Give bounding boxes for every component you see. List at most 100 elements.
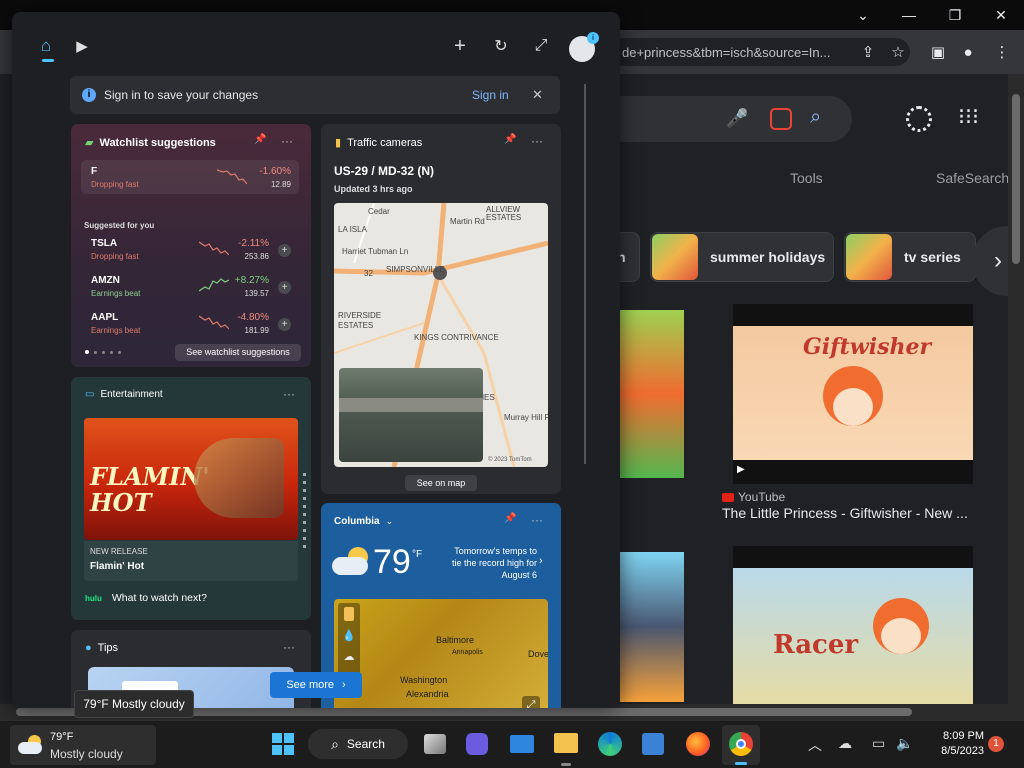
card-more-icon[interactable]: ··· — [531, 134, 543, 148]
firefox-icon[interactable] — [686, 732, 710, 756]
thermometer-icon[interactable] — [344, 607, 354, 621]
stock-price: 181.99 — [244, 326, 269, 335]
see-more-label: See more — [286, 679, 335, 691]
side-panel-icon[interactable]: ▣ — [926, 40, 950, 64]
card-more-icon[interactable]: ··· — [281, 134, 293, 148]
precipitation-icon[interactable]: 💧 — [338, 629, 360, 642]
watchlist-suggestion-row[interactable]: AAPL Earnings beat -4.80% 181.99 + — [81, 310, 299, 342]
pager-dots[interactable] — [85, 350, 121, 354]
result-title[interactable]: The Little Princess - Giftwisher - New .… — [722, 505, 1012, 521]
taskbar-search[interactable]: ⌕ Search — [308, 729, 408, 759]
browser-menu-icon[interactable]: ⋮ — [990, 40, 1014, 64]
profile-avatar[interactable]: i — [569, 32, 599, 62]
taskbar-weather-button[interactable]: 79°F Mostly cloudy — [10, 725, 156, 765]
info-badge-icon: i — [587, 32, 599, 44]
play-icon[interactable]: ▶ — [737, 464, 745, 475]
stock-symbol: TSLA — [91, 238, 118, 249]
sign-in-link[interactable]: Sign in — [472, 88, 509, 102]
lens-icon[interactable] — [770, 108, 792, 130]
expand-icon[interactable]: ⤢ — [529, 34, 553, 58]
voice-search-icon[interactable]: 🎤 — [726, 108, 748, 130]
apps-grid-icon[interactable]: ⁝⁝⁝ — [958, 104, 979, 130]
card-more-icon[interactable]: ··· — [283, 387, 295, 401]
traffic-card[interactable]: ▮ Traffic cameras 📌 ··· US-29 / MD-32 (N… — [321, 124, 561, 494]
windows-start-icon[interactable] — [272, 733, 294, 755]
clock[interactable]: 8:09 PM 8/5/2023 — [922, 729, 984, 759]
store-icon[interactable] — [642, 733, 664, 755]
stock-sparkline — [199, 241, 229, 256]
pin-icon[interactable]: 📌 — [254, 134, 266, 145]
map-label: Cedar — [368, 207, 390, 216]
cloud-icon[interactable]: ☁ — [338, 650, 360, 663]
entertainment-icon: ▭ — [85, 389, 95, 400]
add-to-watchlist-icon[interactable]: + — [278, 244, 291, 257]
weather-map[interactable]: 💧 ☁ Baltimore Annapolis Dove Washington Alex… — [334, 599, 548, 708]
partly-cloudy-icon — [18, 735, 44, 755]
tab-search-icon[interactable]: ⌄ — [840, 2, 886, 28]
related-chip[interactable]: summer holidays — [650, 232, 834, 282]
mail-icon[interactable] — [510, 735, 534, 753]
see-on-map-button[interactable]: See on map — [405, 475, 477, 491]
show-hidden-icons[interactable]: ︿ — [808, 735, 822, 755]
watchlist-suggestion-row[interactable]: TSLA Dropping fast -2.11% 253.86 + — [81, 236, 299, 268]
add-widget-icon[interactable]: + — [448, 34, 472, 58]
pin-icon[interactable]: 📌 — [504, 513, 516, 524]
see-more-button[interactable]: See more › — [270, 672, 362, 698]
settings-gear-icon[interactable] — [906, 106, 932, 132]
related-chip[interactable]: tv series — [844, 232, 976, 282]
weather-alert[interactable]: Tomorrow's temps to tie the record high … — [445, 545, 537, 581]
what-to-watch-row[interactable]: hulu What to watch next? — [85, 592, 207, 604]
vertical-scrollbar[interactable] — [1008, 74, 1024, 704]
network-icon[interactable]: ▭ — [872, 735, 885, 752]
pin-icon[interactable]: 📌 — [504, 134, 516, 145]
home-icon[interactable]: ⌂ — [34, 34, 58, 58]
watchlist-card[interactable]: ▰ Watchlist suggestions 📌 ··· F Dropping… — [71, 124, 311, 367]
search-icon[interactable]: ⌕ — [810, 106, 821, 129]
weather-location[interactable]: Columbia ⌄ — [334, 516, 393, 527]
profile-icon[interactable]: ● — [956, 40, 980, 64]
video-tab-icon[interactable]: ▶ — [70, 34, 94, 58]
add-to-watchlist-icon[interactable]: + — [278, 318, 291, 331]
safesearch-link[interactable]: SafeSearch — [936, 170, 1009, 186]
notification-badge[interactable]: 1 — [988, 736, 1004, 752]
video-thumbnail[interactable]: Giftwisher ▶ — [733, 304, 973, 484]
tools-link[interactable]: Tools — [790, 170, 823, 186]
search-nav-row: Tools SafeSearch — [620, 168, 1024, 192]
close-banner-icon[interactable]: ✕ — [532, 87, 543, 103]
stock-status: Earnings beat — [91, 289, 141, 298]
character-face — [881, 618, 921, 654]
widgets-scrollbar[interactable] — [584, 84, 586, 464]
minimize-icon[interactable]: — — [886, 2, 932, 28]
entertainment-card[interactable]: ▭ Entertainment ··· FLAMIN' HOT NEW RELE… — [71, 377, 311, 620]
address-text: de+princess&tbm=isch&source=In... — [622, 44, 831, 60]
traffic-camera-image[interactable] — [339, 368, 483, 462]
result-thumbnail[interactable] — [620, 310, 684, 478]
video-thumbnail[interactable]: Racer — [733, 546, 973, 706]
see-watchlist-button[interactable]: See watchlist suggestions — [175, 344, 301, 361]
chevron-right-icon[interactable]: › — [539, 555, 543, 567]
close-window-icon[interactable]: ✕ — [978, 2, 1024, 28]
add-to-watchlist-icon[interactable]: + — [278, 281, 291, 294]
card-more-icon[interactable]: ··· — [283, 640, 295, 654]
edge-icon[interactable] — [598, 732, 622, 756]
traffic-map[interactable]: ALLVIEW ESTATES LA ISLA Cedar Harriet Tubman… — [334, 203, 548, 467]
chrome-taskbar-button[interactable] — [722, 725, 760, 765]
movie-poster[interactable]: FLAMIN' HOT — [84, 418, 298, 540]
source-name: YouTube — [738, 490, 786, 504]
share-icon[interactable]: ⇪ — [856, 40, 880, 64]
volume-icon[interactable]: 🔈 — [896, 735, 913, 752]
file-explorer-icon[interactable] — [554, 733, 578, 753]
restore-icon[interactable]: ❐ — [932, 2, 978, 28]
cloud-sync-icon[interactable]: ☁ — [838, 735, 852, 752]
google-search-box[interactable]: 🎤 ⌕ — [600, 96, 852, 142]
task-view-icon[interactable] — [424, 734, 446, 754]
card-more-icon[interactable]: ··· — [531, 513, 543, 527]
watchlist-suggestion-row[interactable]: AMZN Earnings beat +8.27% 139.57 + — [81, 273, 299, 305]
refresh-icon[interactable]: ↻ — [489, 34, 513, 58]
watchlist-top-row[interactable]: F Dropping fast -1.60% 12.89 — [81, 160, 299, 194]
teams-chat-icon[interactable] — [466, 733, 488, 755]
carousel-dots[interactable] — [303, 473, 306, 553]
expand-map-icon[interactable]: ⤢ — [522, 696, 540, 708]
bookmark-star-icon[interactable]: ☆ — [886, 40, 910, 64]
result-thumbnail[interactable] — [620, 552, 684, 702]
